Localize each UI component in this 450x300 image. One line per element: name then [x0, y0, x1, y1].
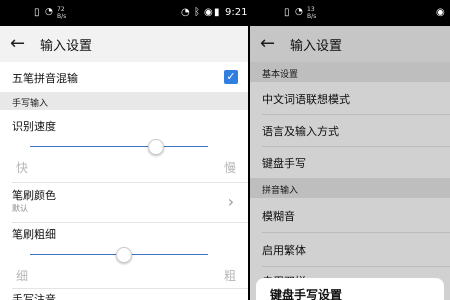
list-item-keyboard-handwriting[interactable]: 键盘手写 — [250, 146, 450, 178]
list-item-label: 启用繁体 — [262, 244, 306, 257]
recognition-speed-label: 识别速度 — [12, 120, 56, 133]
recognition-speed-row: 识别速度 快 慢 — [0, 110, 248, 182]
list-item-language-input[interactable]: 语言及输入方式 — [250, 114, 450, 146]
sim-icon: ▯ — [34, 7, 40, 18]
divider — [262, 266, 450, 267]
brush-thickness-slider[interactable] — [30, 247, 208, 263]
brush-thickness-label: 笔刷粗细 — [12, 228, 56, 241]
brush-color-row[interactable]: 笔刷颜色 默认 › — [0, 182, 248, 222]
handwriting-note-label: 手写注音 — [12, 293, 56, 300]
arrow-left-icon[interactable]: ← — [260, 34, 275, 54]
arrow-left-icon[interactable]: ← — [10, 34, 25, 54]
section-header-handwriting: 手写输入 — [0, 92, 248, 110]
status-bar: ▯ ◔ 13 B/s ◉ — [250, 0, 450, 26]
slider-thumb[interactable] — [116, 247, 132, 263]
network-speed-unit: B/s — [307, 13, 317, 20]
list-item-label: 模糊音 — [262, 210, 295, 223]
section-label: 手写输入 — [12, 99, 49, 109]
right-screen: ▯ ◔ 13 B/s ◉ ← 输入设置 基本设置 中文词语联想模式 语言及输入方… — [250, 0, 450, 300]
sim-icon: ▯ — [284, 7, 290, 18]
list-item-label: 键盘手写 — [262, 157, 306, 170]
list-item-traditional[interactable]: 启用繁体 — [250, 232, 450, 266]
wifi-icon: ◔ — [295, 7, 303, 17]
list-item-fuzzy-pinyin[interactable]: 模糊音 — [250, 198, 450, 232]
brush-color-label: 笔刷颜色 — [12, 189, 56, 202]
eye-icon: ◉ — [436, 7, 445, 18]
bluetooth-icon: ᛒ — [194, 7, 200, 18]
slider-max-label: 慢 — [223, 161, 236, 175]
alarm-icon: ◔ — [181, 7, 190, 18]
network-speed-value: 72 — [57, 6, 65, 13]
eye-icon: ◉ — [204, 7, 213, 18]
network-speed-unit: B/s — [57, 13, 67, 20]
app-bar: ← 输入设置 — [250, 26, 450, 62]
bottom-sheet[interactable]: 键盘手写设置 — [256, 278, 444, 300]
left-screen: ▯ ◔ 72 B/s ◔ ᛒ ◉ ▮ 9:21 ← 输入设置 五笔拼音混输 ✓ … — [0, 0, 248, 300]
wifi-icon: ◔ — [45, 7, 53, 17]
wubi-mix-row[interactable]: 五笔拼音混输 ✓ — [0, 62, 248, 92]
section-label: 拼音输入 — [262, 186, 299, 196]
divider — [262, 232, 450, 233]
section-header-pinyin: 拼音输入 — [250, 178, 450, 198]
clock: 9:21 — [225, 7, 248, 18]
brush-thickness-row: 笔刷粗细 细 粗 — [0, 222, 248, 288]
divider — [262, 146, 450, 147]
status-bar: ▯ ◔ 72 B/s ◔ ᛒ ◉ ▮ 9:21 — [0, 0, 248, 26]
handwriting-note-row[interactable]: 手写注音 — [0, 288, 248, 300]
network-speed-value: 13 — [307, 6, 315, 13]
bottom-sheet-title: 键盘手写设置 — [270, 288, 343, 300]
wubi-mix-label: 五笔拼音混输 — [12, 72, 78, 85]
chevron-right-icon: › — [227, 192, 234, 211]
divider — [262, 114, 450, 115]
list-item-label: 中文词语联想模式 — [262, 93, 350, 106]
slider-max-label: 粗 — [223, 269, 236, 283]
list-item-word-association[interactable]: 中文词语联想模式 — [250, 82, 450, 114]
divider — [12, 182, 248, 183]
divider — [12, 222, 248, 223]
page-title: 输入设置 — [40, 39, 93, 54]
recognition-speed-slider[interactable] — [30, 139, 208, 155]
battery-icon: ▮ — [214, 7, 220, 18]
app-bar: ← 输入设置 — [0, 26, 248, 62]
section-header-basic: 基本设置 — [250, 62, 450, 82]
slider-thumb[interactable] — [148, 139, 164, 155]
list-item-label: 语言及输入方式 — [262, 125, 339, 138]
section-label: 基本设置 — [262, 70, 299, 80]
slider-min-label: 细 — [16, 269, 29, 283]
divider — [12, 288, 248, 289]
page-title: 输入设置 — [290, 39, 343, 54]
slider-min-label: 快 — [16, 161, 29, 175]
wubi-mix-checkbox[interactable]: ✓ — [224, 70, 238, 84]
brush-color-value: 默认 — [12, 204, 28, 213]
